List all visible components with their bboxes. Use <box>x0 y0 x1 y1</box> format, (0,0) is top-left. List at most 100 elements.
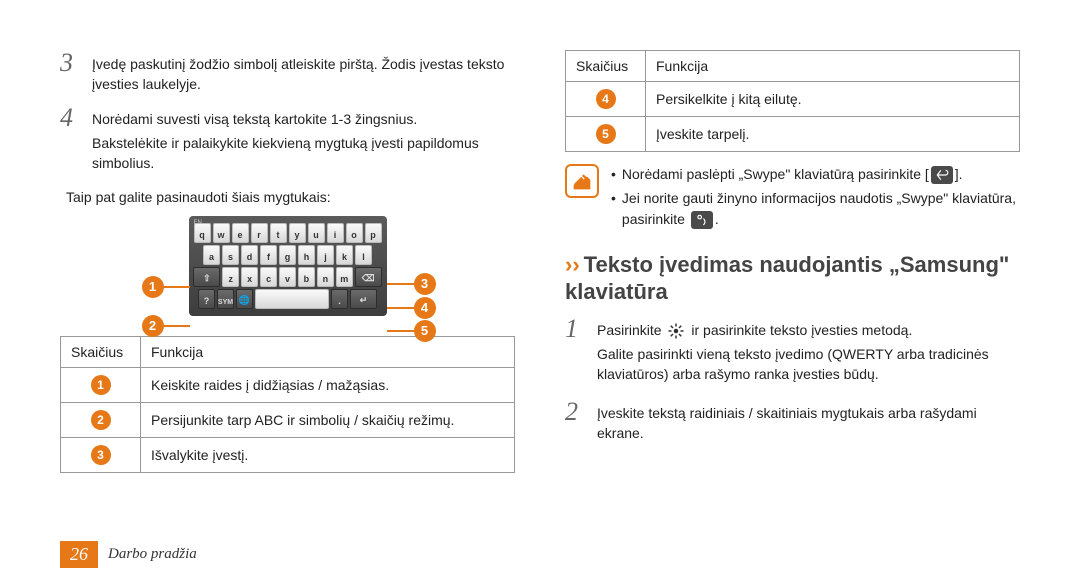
table-row: 5 Įveskite tarpelį. <box>566 117 1020 152</box>
section-name: Darbo pradžia <box>108 546 197 563</box>
row-function: Įveskite tarpelį. <box>646 117 1020 152</box>
step-line: Norėdami suvesti visą tekstą kartokite 1… <box>92 109 515 129</box>
key-o: o <box>346 223 363 243</box>
keyboard: EN q w e r t y u i o p a s d <box>189 216 387 316</box>
text-part: Pasirinkite <box>597 322 662 338</box>
callout-line <box>387 307 414 309</box>
row-badge: 2 <box>91 410 111 430</box>
bullet-dot: • <box>611 164 616 184</box>
key-s: s <box>222 245 239 265</box>
note-box: • Norėdami paslėpti „Swype" klaviatūrą p… <box>565 164 1020 233</box>
row-badge: 4 <box>596 89 616 109</box>
table-row: 1 Keiskite raides į didžiąsias / mažąsia… <box>61 367 515 402</box>
key-y: y <box>289 223 306 243</box>
col-header-number: Skaičius <box>61 336 141 367</box>
swype-help-icon <box>691 211 713 229</box>
key-b: b <box>298 267 315 287</box>
key-a: a <box>203 245 220 265</box>
chevron-icon: ›› <box>565 252 580 277</box>
note-line: Norėdami paslėpti „Swype" klaviatūrą pas… <box>622 164 963 184</box>
table-row: 2 Persijunkite tarp ABC ir simbolių / sk… <box>61 402 515 437</box>
callout-5: 5 <box>414 320 436 342</box>
key-enter: ↵ <box>350 289 377 309</box>
callout-line <box>387 330 414 332</box>
table-row: 4 Persikelkite į kitą eilutę. <box>566 82 1020 117</box>
back-key-icon <box>931 166 953 184</box>
heading-text: Teksto įvedimas naudojantis „Samsung" kl… <box>565 252 1009 305</box>
key-lang: 🌐 <box>236 289 253 309</box>
key-d: d <box>241 245 258 265</box>
page-footer: 26 Darbo pradžia <box>60 541 197 568</box>
step-3: 3 Įvedę paskutinį žodžio simbolį atleisk… <box>60 50 515 95</box>
note-text: Jei norite gauti žinyno informacijos nau… <box>622 190 1016 226</box>
left-column: 3 Įvedę paskutinį žodžio simbolį atleisk… <box>60 50 515 485</box>
keyboard-diagram: EN q w e r t y u i o p a s d <box>138 216 438 316</box>
key-w: w <box>213 223 230 243</box>
key-help: ? <box>198 289 215 309</box>
callout-3: 3 <box>414 273 436 295</box>
key-c: c <box>260 267 277 287</box>
key-q: q <box>194 223 211 243</box>
note-body: • Norėdami paslėpti „Swype" klaviatūrą p… <box>611 164 1020 233</box>
row-badge: 3 <box>91 445 111 465</box>
row-function: Išvalykite įvestį. <box>141 437 515 472</box>
step-line: Galite pasirinkti vieną teksto įvedimo (… <box>597 344 1020 385</box>
step-number: 2 <box>565 399 585 444</box>
key-t: t <box>270 223 287 243</box>
table-row: 3 Išvalykite įvestį. <box>61 437 515 472</box>
row-badge: 5 <box>596 124 616 144</box>
row-function: Persijunkite tarp ABC ir simbolių / skai… <box>141 402 515 437</box>
key-m: m <box>336 267 353 287</box>
key-f: f <box>260 245 277 265</box>
key-x: x <box>241 267 258 287</box>
gear-icon <box>667 322 685 340</box>
text-part: ir pasirinkite teksto įvesties metodą. <box>691 322 912 338</box>
step-text: Įveskite tekstą raidiniais / skaitiniais… <box>597 399 1020 444</box>
callout-4: 4 <box>414 297 436 319</box>
right-column: Skaičius Funkcija 4 Persikelkite į kitą … <box>565 50 1020 485</box>
callout-line <box>163 325 190 327</box>
callout-line <box>163 286 190 288</box>
section-heading: ››Teksto įvedimas naudojantis „Samsung" … <box>565 251 1020 306</box>
key-p: p <box>365 223 382 243</box>
key-backspace: ⌫ <box>355 267 382 287</box>
row-function: Persikelkite į kitą eilutę. <box>646 82 1020 117</box>
key-sym: SYM <box>217 289 234 309</box>
step-line: Pasirinkite ir pasirinkite teksto įvesti… <box>597 320 1020 340</box>
key-e: e <box>232 223 249 243</box>
row-badge: 1 <box>91 375 111 395</box>
key-h: h <box>298 245 315 265</box>
note-text: . <box>715 211 719 227</box>
function-table-left: Skaičius Funkcija 1 Keiskite raides į di… <box>60 336 515 473</box>
key-space <box>255 289 329 309</box>
step-number: 3 <box>60 50 80 95</box>
key-period: . <box>331 289 348 309</box>
page-number: 26 <box>60 541 98 568</box>
note-text: Norėdami paslėpti „Swype" klaviatūrą pas… <box>622 166 929 182</box>
step-1: 1 Pasirinkite ir pasirinkite teksto įves… <box>565 316 1020 389</box>
key-n: n <box>317 267 334 287</box>
step-text: Pasirinkite ir pasirinkite teksto įvesti… <box>597 316 1020 389</box>
key-k: k <box>336 245 353 265</box>
col-header-number: Skaičius <box>566 51 646 82</box>
step-text: Norėdami suvesti visą tekstą kartokite 1… <box>92 105 515 178</box>
key-i: i <box>327 223 344 243</box>
step-4: 4 Norėdami suvesti visą tekstą kartokite… <box>60 105 515 178</box>
callout-1: 1 <box>142 276 164 298</box>
bullet-dot: • <box>611 188 616 229</box>
step-number: 4 <box>60 105 80 178</box>
function-table-right: Skaičius Funkcija 4 Persikelkite į kitą … <box>565 50 1020 152</box>
key-l: l <box>355 245 372 265</box>
callout-line <box>387 283 414 285</box>
step-line: Bakstelėkite ir palaikykite kiekvieną my… <box>92 133 515 174</box>
col-header-function: Funkcija <box>141 336 515 367</box>
step-text: Įvedę paskutinį žodžio simbolį atleiskit… <box>92 50 515 95</box>
key-u: u <box>308 223 325 243</box>
note-line: Jei norite gauti žinyno informacijos nau… <box>622 188 1020 229</box>
step-number: 1 <box>565 316 585 389</box>
row-function: Keiskite raides į didžiąsias / mažąsias. <box>141 367 515 402</box>
key-j: j <box>317 245 334 265</box>
intro-text: Taip pat galite pasinaudoti šiais mygtuk… <box>60 187 515 207</box>
callout-2: 2 <box>142 315 164 337</box>
step-2: 2 Įveskite tekstą raidiniais / skaitinia… <box>565 399 1020 444</box>
